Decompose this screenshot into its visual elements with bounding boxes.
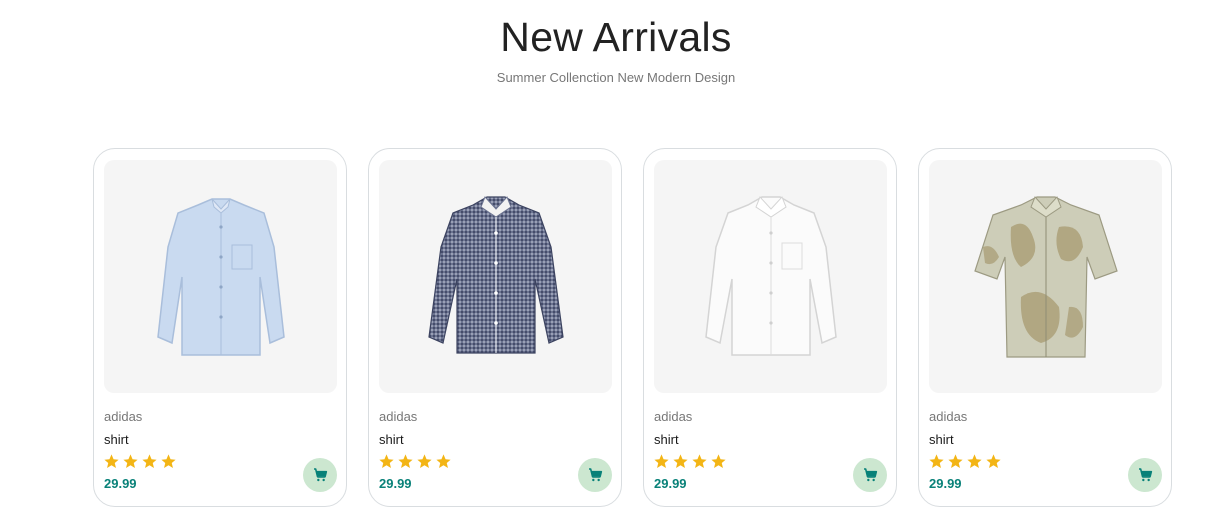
star-icon <box>436 454 451 469</box>
star-icon <box>161 454 176 469</box>
star-icon <box>398 454 413 469</box>
star-icon <box>711 454 726 469</box>
new-arrivals-section: New Arrivals Summer Collenction New Mode… <box>0 0 1232 519</box>
product-card[interactable]: adidas shirt 29.99 <box>643 148 897 507</box>
star-icon <box>142 454 157 469</box>
add-to-cart-button[interactable] <box>1128 458 1162 492</box>
product-image[interactable] <box>379 160 612 393</box>
star-icon <box>417 454 432 469</box>
product-price: 29.99 <box>654 476 687 491</box>
star-icon <box>929 454 944 469</box>
rating-stars <box>653 453 727 470</box>
rating-stars <box>928 453 1002 470</box>
product-brand: adidas <box>929 409 968 424</box>
star-icon <box>948 454 963 469</box>
product-grid: adidas shirt 29.99 adidas shirt 29.99 ad… <box>93 148 1172 507</box>
add-to-cart-button[interactable] <box>578 458 612 492</box>
star-icon <box>692 454 707 469</box>
star-icon <box>673 454 688 469</box>
product-price: 29.99 <box>379 476 412 491</box>
product-card[interactable]: adidas shirt 29.99 <box>368 148 622 507</box>
beige-print-shirt-image <box>973 195 1118 358</box>
white-shirt-image <box>704 195 837 356</box>
star-icon <box>986 454 1001 469</box>
rating-stars <box>378 453 452 470</box>
product-image[interactable] <box>929 160 1162 393</box>
product-name: shirt <box>929 432 954 447</box>
cart-icon <box>1139 468 1153 482</box>
product-image[interactable] <box>654 160 887 393</box>
star-icon <box>123 454 138 469</box>
product-brand: adidas <box>379 409 418 424</box>
product-image[interactable] <box>104 160 337 393</box>
product-name: shirt <box>379 432 404 447</box>
cart-icon <box>589 468 603 482</box>
product-price: 29.99 <box>929 476 962 491</box>
product-card[interactable]: adidas shirt 29.99 <box>93 148 347 507</box>
navy-gingham-shirt-image <box>427 195 564 354</box>
product-brand: adidas <box>104 409 143 424</box>
product-card[interactable]: adidas shirt 29.99 <box>918 148 1172 507</box>
star-icon <box>654 454 669 469</box>
section-subtitle: Summer Collenction New Modern Design <box>496 70 736 85</box>
cart-icon <box>314 468 328 482</box>
add-to-cart-button[interactable] <box>853 458 887 492</box>
product-brand: adidas <box>654 409 693 424</box>
product-name: shirt <box>654 432 679 447</box>
star-icon <box>379 454 394 469</box>
light-blue-shirt-image <box>156 197 285 356</box>
product-price: 29.99 <box>104 476 137 491</box>
product-name: shirt <box>104 432 129 447</box>
section-title: New Arrivals <box>500 14 732 60</box>
star-icon <box>967 454 982 469</box>
add-to-cart-button[interactable] <box>303 458 337 492</box>
cart-icon <box>864 468 878 482</box>
star-icon <box>104 454 119 469</box>
rating-stars <box>103 453 177 470</box>
